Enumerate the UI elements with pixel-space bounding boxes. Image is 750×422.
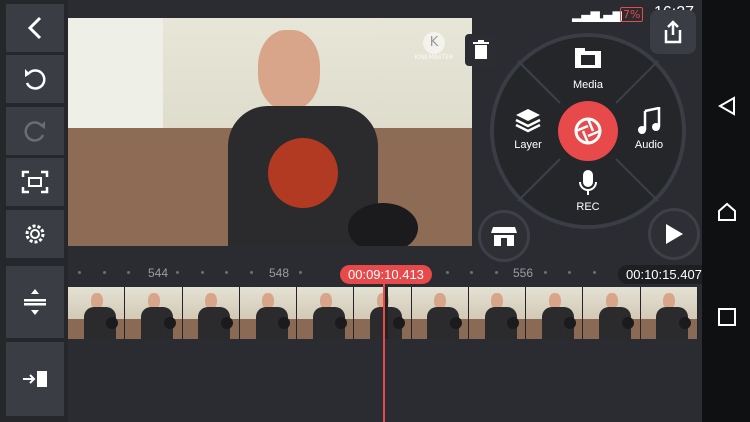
ukulele <box>348 203 418 246</box>
settings-button[interactable] <box>6 210 64 258</box>
clip-thumbnail <box>468 287 527 339</box>
microphone-icon <box>579 170 597 195</box>
expand-tracks-icon <box>24 289 46 315</box>
play-button[interactable] <box>648 208 700 260</box>
media-icon <box>575 48 601 68</box>
chevron-left-icon <box>27 16 42 40</box>
redo-icon <box>24 121 45 142</box>
jump-to-end-icon <box>23 371 47 387</box>
ruler-tick <box>127 271 130 274</box>
clip-thumbnail <box>640 287 698 339</box>
current-timecode: 00:09:10.413 <box>340 265 432 284</box>
clip-thumbnail <box>239 287 298 339</box>
media-wheel: Media Layer Audio REC <box>490 33 686 229</box>
trash-icon <box>473 40 489 59</box>
ruler-tick <box>225 271 228 274</box>
clip-thumbnail <box>526 287 584 339</box>
gear-icon <box>25 224 45 244</box>
ruler-tick <box>102 271 106 274</box>
clip-thumbnail <box>411 287 469 339</box>
timeline-left-toolbar <box>0 262 68 422</box>
clip-thumbnail <box>182 287 240 339</box>
back-button[interactable] <box>6 4 64 52</box>
fullscreen-button[interactable] <box>6 158 64 206</box>
media-button[interactable]: Media <box>558 47 618 95</box>
capture-button[interactable] <box>558 101 618 161</box>
layer-button[interactable]: Layer <box>502 107 554 155</box>
layers-icon <box>515 109 541 133</box>
clip-split-marker <box>385 287 388 339</box>
play-icon <box>666 224 683 244</box>
ruler-tick <box>543 271 547 274</box>
android-navigation-bar <box>702 0 750 422</box>
home-nav-icon[interactable] <box>717 202 737 222</box>
undo-button[interactable] <box>6 55 64 103</box>
ruler-tick <box>494 271 498 274</box>
watermark: K KINEMASTER <box>414 32 454 61</box>
jump-to-end-button[interactable] <box>6 342 64 416</box>
asset-store-button[interactable] <box>478 210 530 262</box>
store-icon <box>491 227 517 246</box>
left-toolbar <box>0 0 68 262</box>
audio-button[interactable]: Audio <box>624 106 674 155</box>
signal-icon-2: ▂▄▆ <box>594 8 622 22</box>
shirt-print <box>268 138 338 208</box>
fullscreen-icon <box>21 170 49 194</box>
rec-button[interactable]: REC <box>562 169 614 217</box>
music-note-icon <box>638 106 661 134</box>
total-duration: 00:10:15.407 <box>618 265 710 284</box>
clip-thumbnail <box>68 287 126 339</box>
kinemaster-logo-icon: K <box>423 32 445 54</box>
ruler-tick <box>298 271 302 274</box>
video-preview[interactable]: K KINEMASTER <box>68 18 472 246</box>
clip-thumbnail <box>125 287 183 339</box>
ruler-tick <box>78 271 81 274</box>
undo-icon <box>25 69 46 90</box>
recents-nav-icon[interactable] <box>717 307 737 327</box>
battery-indicator: 7% <box>620 7 644 22</box>
ruler-tick <box>445 271 449 274</box>
playhead[interactable] <box>383 268 385 422</box>
ruler-label: 544 <box>148 266 169 280</box>
redo-button[interactable] <box>6 107 64 155</box>
timeline-expand-button[interactable] <box>6 266 64 338</box>
ruler-tick <box>470 271 473 274</box>
ruler-label: 556 <box>513 266 534 280</box>
ruler-tick <box>176 271 179 274</box>
ruler-tick <box>592 271 596 274</box>
shutter-icon <box>574 117 602 145</box>
timeline[interactable] <box>68 262 702 422</box>
ruler-tick <box>249 271 253 274</box>
back-nav-icon[interactable] <box>717 96 737 116</box>
ruler-label: 548 <box>269 266 290 280</box>
clip-thumbnail <box>297 287 355 339</box>
clip-thumbnail <box>583 287 641 339</box>
person-head <box>258 30 320 110</box>
ruler-tick <box>568 271 571 274</box>
ruler-tick <box>200 271 204 274</box>
